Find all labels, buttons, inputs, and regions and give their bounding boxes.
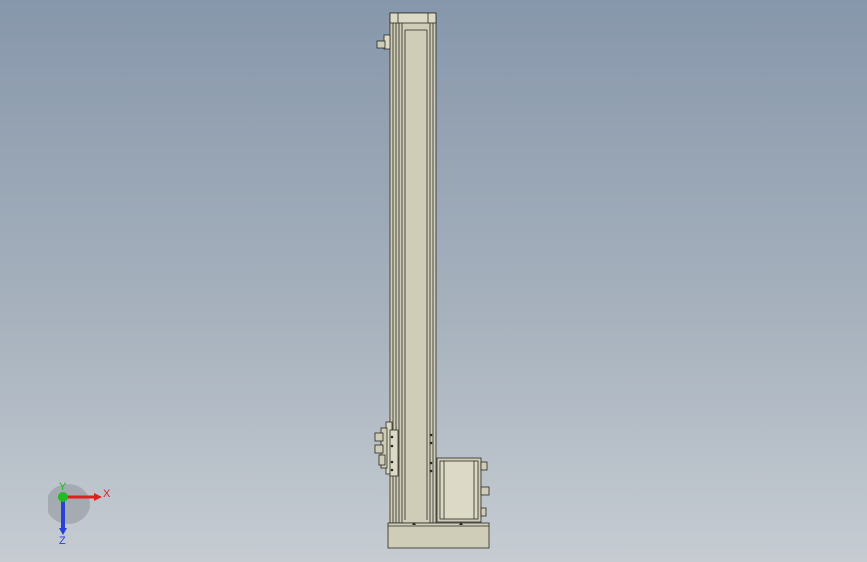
x-axis-label: X bbox=[103, 488, 111, 500]
z-axis-label: Z bbox=[59, 535, 66, 546]
y-axis-label: Y bbox=[59, 481, 67, 493]
z-axis-arrow bbox=[59, 528, 67, 535]
axis-triad: X Y Z bbox=[46, 480, 118, 547]
y-axis-dot bbox=[58, 492, 68, 502]
graphics-viewport[interactable]: X Y Z bbox=[0, 0, 867, 562]
motor-housing[interactable] bbox=[436, 457, 490, 523]
x-axis-arrow bbox=[94, 493, 102, 501]
carriage-block[interactable] bbox=[374, 421, 399, 477]
top-sensor-bracket[interactable] bbox=[376, 34, 391, 50]
base-plate[interactable] bbox=[387, 522, 490, 549]
triad-shadow bbox=[46, 484, 90, 524]
model-view[interactable] bbox=[0, 0, 867, 562]
